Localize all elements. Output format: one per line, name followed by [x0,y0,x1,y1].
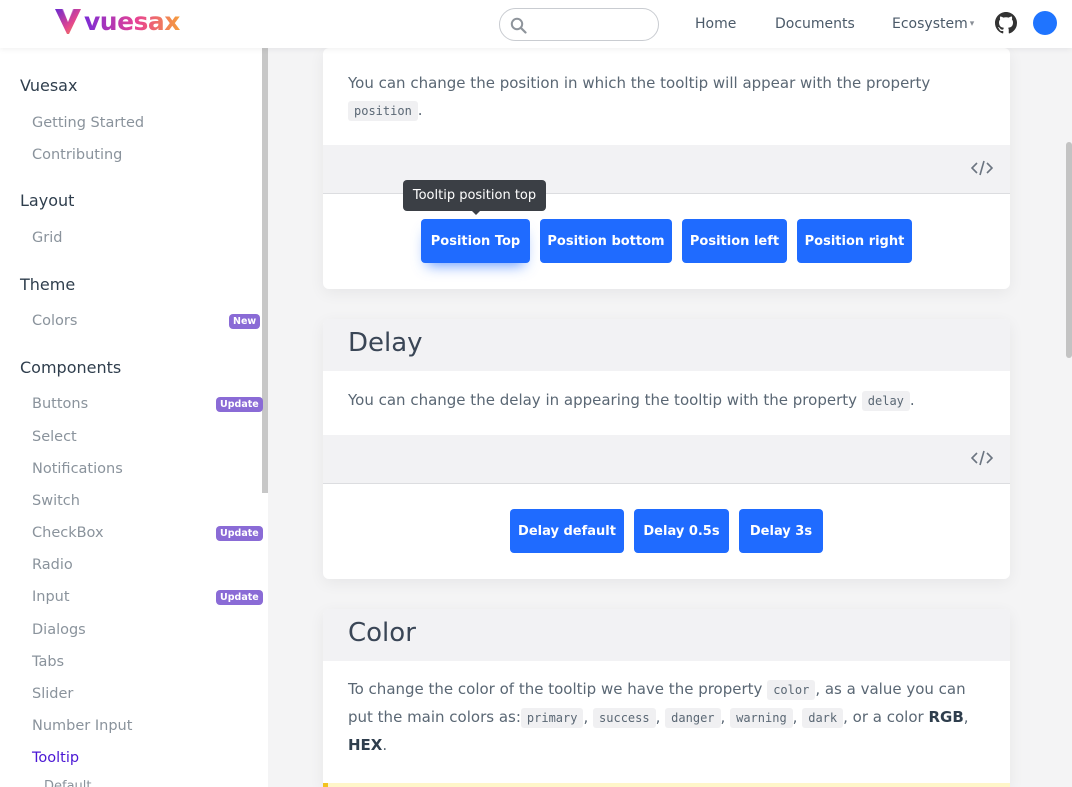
logo-text: vuesax [84,6,180,36]
delay-code: delay [861,391,910,411]
color-warning-code: warning [730,708,793,728]
sidebar: Vuesax Getting Started Contributing Layo… [0,48,268,787]
delay-default-button[interactable]: Delay default [510,509,624,553]
tooltip-popup: Tooltip position top [403,180,546,211]
delay-description: You can change the delay in appearing th… [348,387,988,415]
search-input[interactable] [534,14,652,36]
nav-home-link[interactable]: Home [695,16,736,32]
sidebar-item-select[interactable]: Select [32,429,77,445]
github-icon[interactable] [995,12,1017,34]
sidebar-item-notifications[interactable]: Notifications [32,461,123,477]
color-description: To change the color of the tooltip we ha… [348,676,998,759]
position-left-button[interactable]: Position left [682,219,787,263]
sidebar-item-contributing[interactable]: Contributing [32,147,122,163]
delay-section-title: Delay [348,328,423,358]
delay-text: You can change the delay in appearing th… [348,391,857,409]
sidebar-item-slider[interactable]: Slider [32,686,73,702]
warning-callout-edge [323,783,1010,787]
separator: , [583,708,589,726]
sidebar-group-vuesax: Vuesax [20,76,78,95]
update-badge: Update [216,590,263,605]
color-danger-code: danger [665,708,721,728]
color-text-2: , as a value you can [815,680,966,698]
nav-ecosystem-label: Ecosystem [892,16,968,32]
separator: , [720,708,726,726]
sidebar-group-theme: Theme [20,275,76,294]
sidebar-item-getting-started[interactable]: Getting Started [32,115,144,131]
update-badge: Update [216,397,263,412]
sidebar-item-number-input[interactable]: Number Input [32,718,132,734]
new-badge: New [229,314,261,329]
page-scrollbar[interactable] [1066,142,1072,358]
sidebar-item-switch[interactable]: Switch [32,493,80,509]
sidebar-item-radio[interactable]: Radio [32,557,73,573]
delay-text-end: . [909,391,915,409]
vuesax-logo-icon [55,9,81,34]
color-comma: , [963,708,969,726]
color-success-code: success [593,708,656,728]
sidebar-scrollbar[interactable] [262,48,268,493]
chevron-down-icon: ▾ [969,19,975,29]
sidebar-item-grid[interactable]: Grid [32,230,62,246]
separator: , [655,708,661,726]
code-toggle-icon[interactable] [971,449,993,467]
user-avatar[interactable] [1033,11,1057,35]
hex-label: HEX [348,736,383,754]
vuesax-logo[interactable]: vuesax [54,6,180,36]
delay-demo-toolbar [323,435,1010,484]
sidebar-item-checkbox[interactable]: CheckBox [32,525,104,541]
color-dark-code: dark [802,708,844,728]
sidebar-item-tooltip[interactable]: Tooltip [32,750,79,766]
color-section-title: Color [348,618,416,648]
sidebar-item-dialogs[interactable]: Dialogs [32,622,86,638]
sidebar-item-tabs[interactable]: Tabs [32,654,64,670]
position-text-end: . [417,101,423,119]
update-badge: Update [216,526,263,541]
position-bottom-button[interactable]: Position bottom [540,219,672,263]
rgb-label: RGB [928,708,964,726]
nav-ecosystem-dropdown[interactable]: Ecosystem ▾ [892,16,974,32]
color-primary-code: primary [520,708,584,728]
delay-title-bar [323,319,1010,371]
delay-three-seconds-button[interactable]: Delay 3s [739,509,823,553]
code-toggle-icon[interactable] [971,159,993,177]
sidebar-group-components: Components [20,358,122,377]
search-box[interactable] [499,8,659,41]
color-text-4: , or a color [843,708,924,726]
position-text: You can change the position in which the… [348,74,931,92]
delay-half-second-button[interactable]: Delay 0.5s [634,509,729,553]
nav-documents-link[interactable]: Documents [775,16,855,32]
sidebar-item-colors[interactable]: Colors [32,313,77,329]
position-description: You can change the position in which the… [348,70,988,125]
top-header: vuesax Home Documents Ecosystem ▾ [0,0,1072,48]
sidebar-group-layout: Layout [20,191,75,210]
sidebar-item-input[interactable]: Input [32,589,70,605]
sidebar-item-buttons[interactable]: Buttons [32,396,88,412]
color-code: color [767,680,816,700]
color-period: . [382,736,388,754]
separator: , [792,708,798,726]
color-text-1: To change the color of the tooltip we ha… [348,680,763,698]
search-icon [510,17,527,34]
position-top-button[interactable]: Position Top [421,219,530,263]
color-title-bar [323,609,1010,661]
color-text-3: put the main colors as: [348,708,521,726]
tooltip-arrow [471,210,481,215]
position-right-button[interactable]: Position right [797,219,912,263]
sidebar-subitem-default[interactable]: Default [44,779,92,787]
position-code: position [348,101,418,121]
